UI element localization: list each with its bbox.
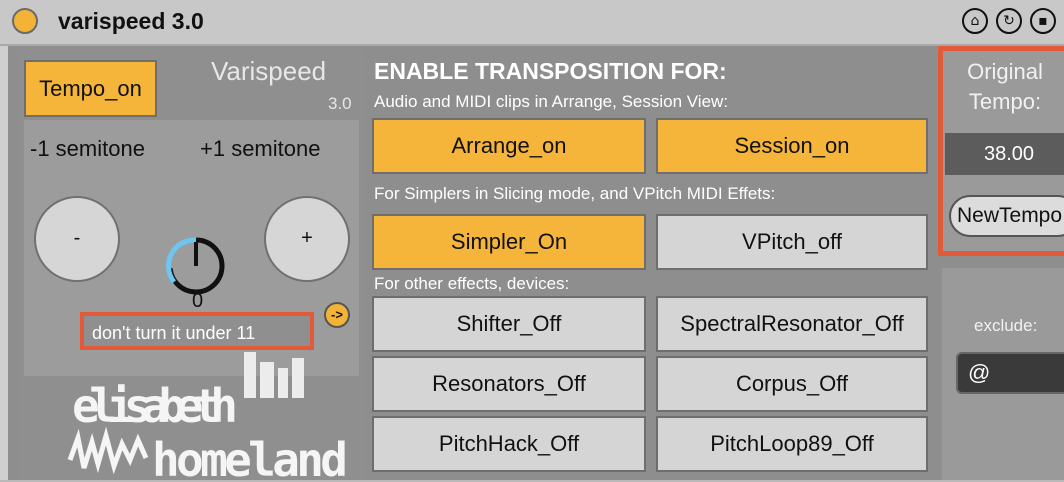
other-effects-subtitle: For other effects, devices:: [374, 274, 570, 293]
device-title: varispeed 3.0: [58, 8, 204, 34]
original-label: Original: [967, 59, 1043, 84]
session-button[interactable]: Session_on: [656, 118, 928, 174]
device-body: Tempo_on Varispeed 3.0 -1 semitone +1 se…: [8, 46, 1064, 482]
new-tempo-button[interactable]: NewTempo: [949, 195, 1064, 237]
minus-semitone-button[interactable]: -: [34, 196, 120, 282]
simplers-subtitle: For Simplers in Slicing mode, and VPitch…: [374, 184, 776, 203]
clips-subtitle: Audio and MIDI clips in Arrange, Session…: [374, 92, 729, 111]
spectral-resonator-button[interactable]: SpectralResonator_Off: [656, 296, 928, 352]
save-icon[interactable]: ▪: [1030, 8, 1056, 34]
elisabeth-homeland-logo: elisabeth homeland: [67, 352, 348, 482]
transposition-panel: ENABLE TRANSPOSITION FOR: Audio and MIDI…: [366, 46, 942, 480]
original-tempo-panel: Original Tempo: 38.00 NewTempo: [938, 46, 1064, 256]
varispeed-panel: Tempo_on Varispeed 3.0 -1 semitone +1 se…: [18, 50, 364, 482]
svg-text:homeland: homeland: [152, 433, 348, 482]
tempo-on-button[interactable]: Tempo_on: [24, 60, 157, 117]
enable-transposition-header: ENABLE TRANSPOSITION FOR:: [374, 58, 727, 84]
pitchloop89-button[interactable]: PitchLoop89_Off: [656, 416, 928, 472]
warning-label: don't turn it under 11: [80, 312, 314, 350]
simpler-button[interactable]: Simpler_On: [372, 214, 646, 270]
device-power-icon[interactable]: [12, 8, 38, 34]
device-name: Varispeed: [211, 56, 327, 86]
svg-text:elisabeth: elisabeth: [72, 379, 238, 433]
warning-text: don't turn it under 11: [92, 323, 256, 343]
exclude-field[interactable]: @: [956, 352, 1064, 394]
plus-semitone-label: +1 semitone: [200, 136, 321, 161]
arrow-button[interactable]: ->: [324, 302, 350, 328]
exclude-panel: exclude: @: [942, 268, 1064, 480]
exclude-label: exclude:: [974, 316, 1038, 335]
title-bar: varispeed 3.0 ⌂ ↻ ▪: [0, 0, 1064, 46]
arrange-button[interactable]: Arrange_on: [372, 118, 646, 174]
device-version: 3.0: [328, 94, 352, 113]
original-tempo-value[interactable]: 38.00: [945, 133, 1064, 175]
corpus-button[interactable]: Corpus_Off: [656, 356, 928, 412]
shifter-button[interactable]: Shifter_Off: [372, 296, 646, 352]
vpitch-button[interactable]: VPitch_off: [656, 214, 928, 270]
dial-value: 0: [192, 290, 204, 312]
pitchhack-button[interactable]: PitchHack_Off: [372, 416, 646, 472]
tempo-label: Tempo:: [968, 89, 1042, 114]
resonators-button[interactable]: Resonators_Off: [372, 356, 646, 412]
map-icon[interactable]: ⌂: [962, 8, 988, 34]
device-window: varispeed 3.0 ⌂ ↻ ▪ Tempo_on Varispeed 3…: [0, 0, 1064, 482]
minus-semitone-label: -1 semitone: [30, 136, 145, 161]
plus-semitone-button[interactable]: +: [264, 196, 350, 282]
original-tempo-label: Original Tempo:: [943, 57, 1064, 117]
refresh-icon[interactable]: ↻: [996, 8, 1022, 34]
